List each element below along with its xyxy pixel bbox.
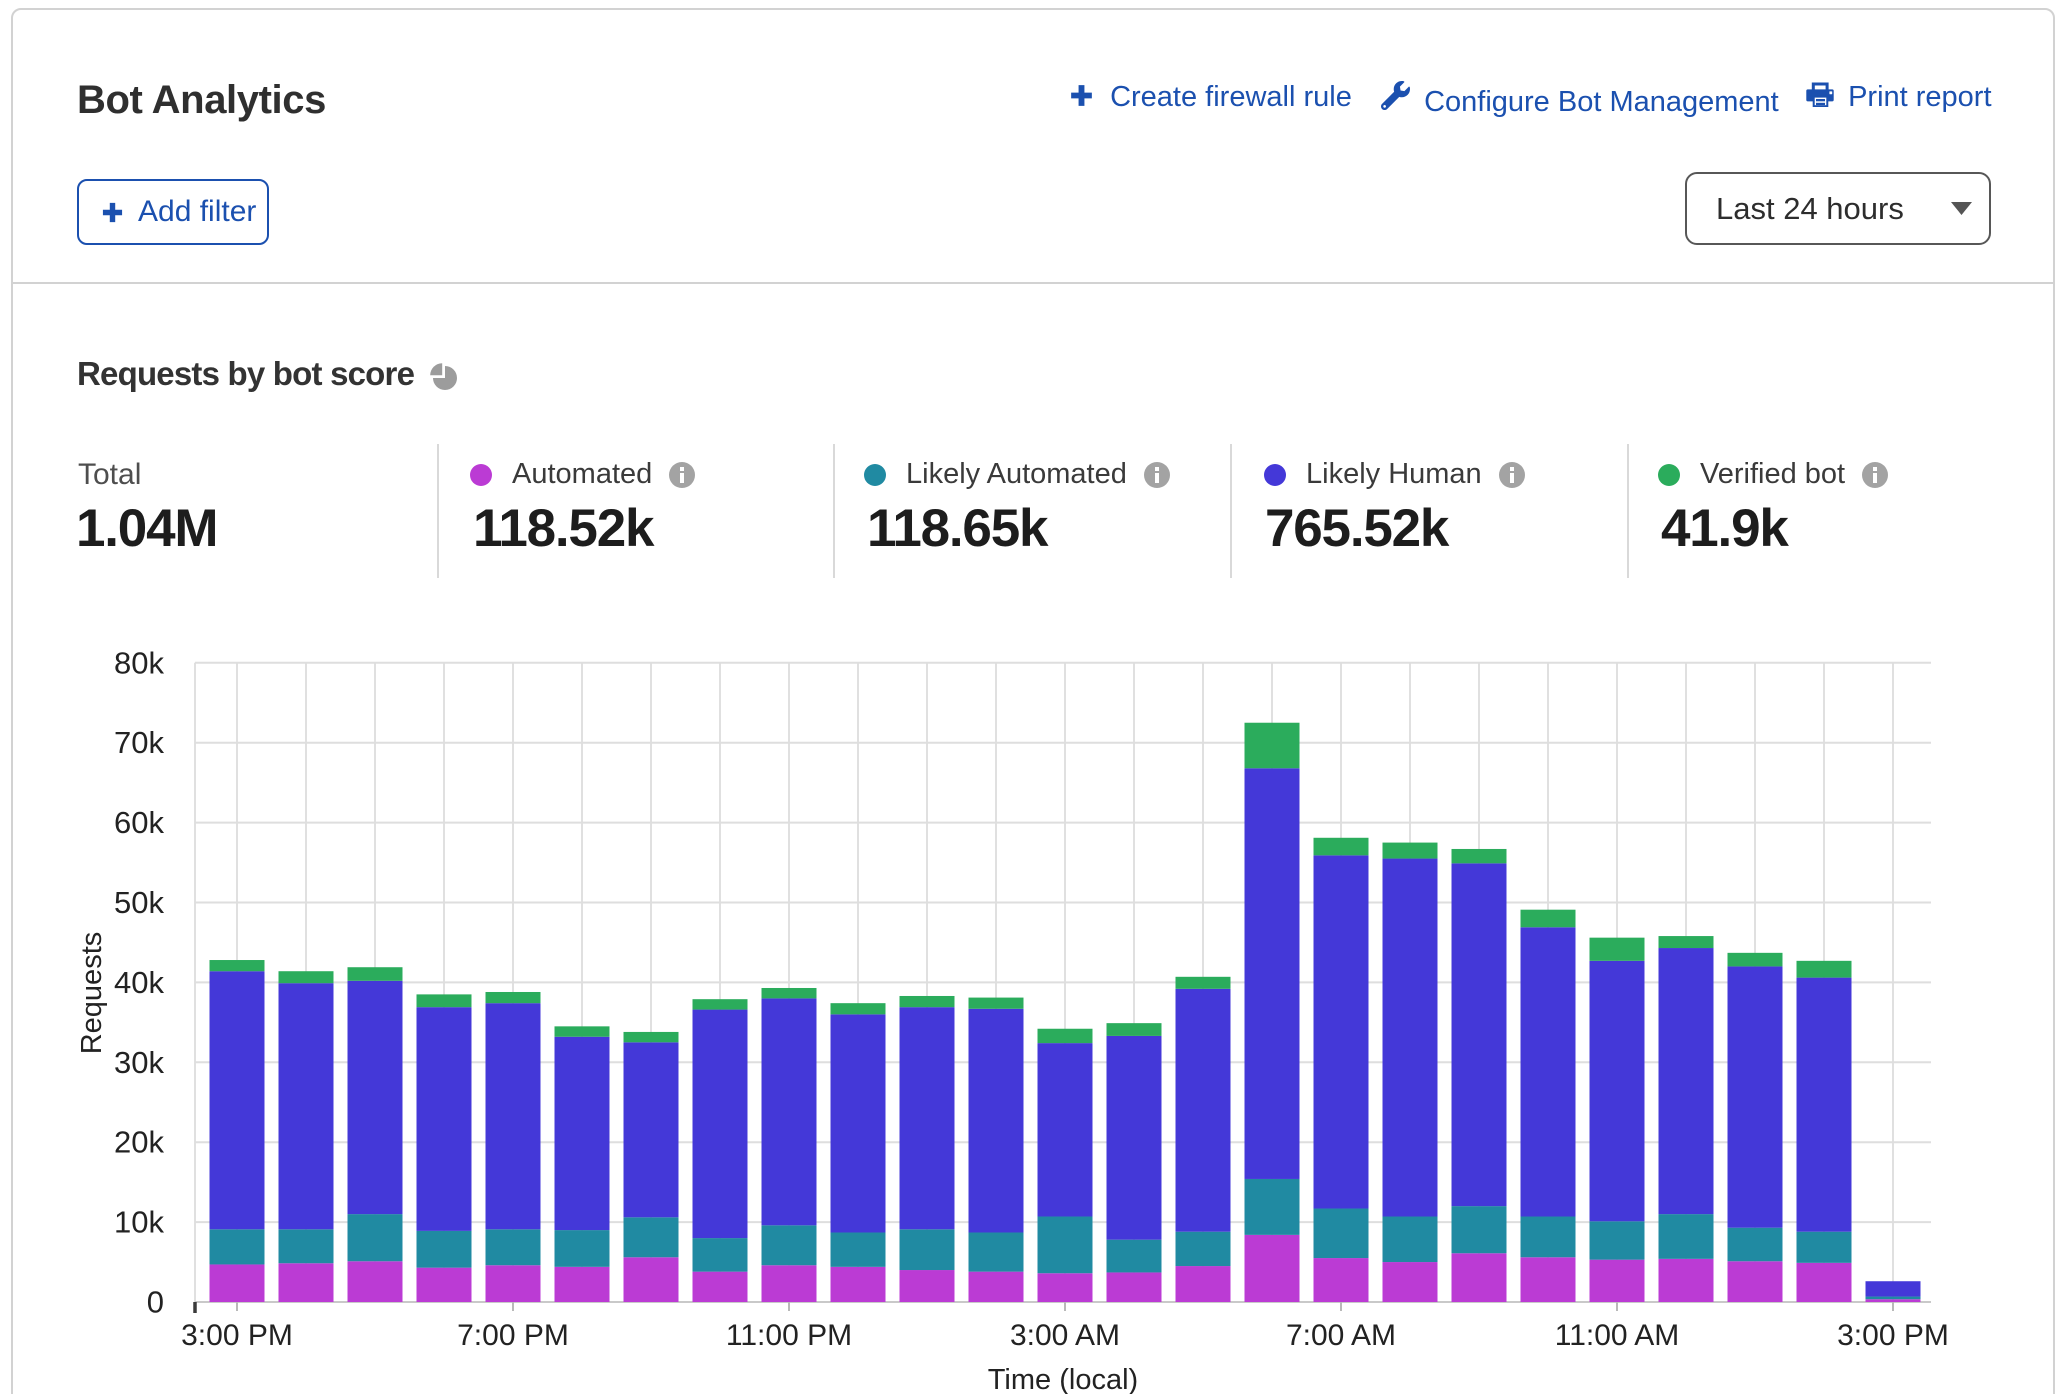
svg-text:11:00 AM: 11:00 AM <box>1555 1319 1680 1352</box>
svg-text:40k: 40k <box>114 965 164 1000</box>
svg-text:30k: 30k <box>114 1045 164 1080</box>
svg-text:60k: 60k <box>114 805 164 840</box>
svg-text:11:00 PM: 11:00 PM <box>726 1319 852 1352</box>
svg-text:10k: 10k <box>114 1205 164 1240</box>
svg-text:Requests: Requests <box>76 932 108 1055</box>
svg-text:0: 0 <box>147 1285 164 1320</box>
svg-text:7:00 PM: 7:00 PM <box>457 1319 569 1352</box>
svg-text:3:00 PM: 3:00 PM <box>181 1319 293 1352</box>
svg-text:20k: 20k <box>114 1125 164 1160</box>
svg-text:70k: 70k <box>114 725 164 760</box>
svg-text:7:00 AM: 7:00 AM <box>1286 1319 1396 1352</box>
svg-text:3:00 PM: 3:00 PM <box>1837 1319 1949 1352</box>
svg-text:Time (local): Time (local) <box>988 1364 1138 1394</box>
svg-text:50k: 50k <box>114 885 164 920</box>
svg-text:3:00 AM: 3:00 AM <box>1010 1319 1120 1352</box>
svg-text:80k: 80k <box>114 645 164 680</box>
